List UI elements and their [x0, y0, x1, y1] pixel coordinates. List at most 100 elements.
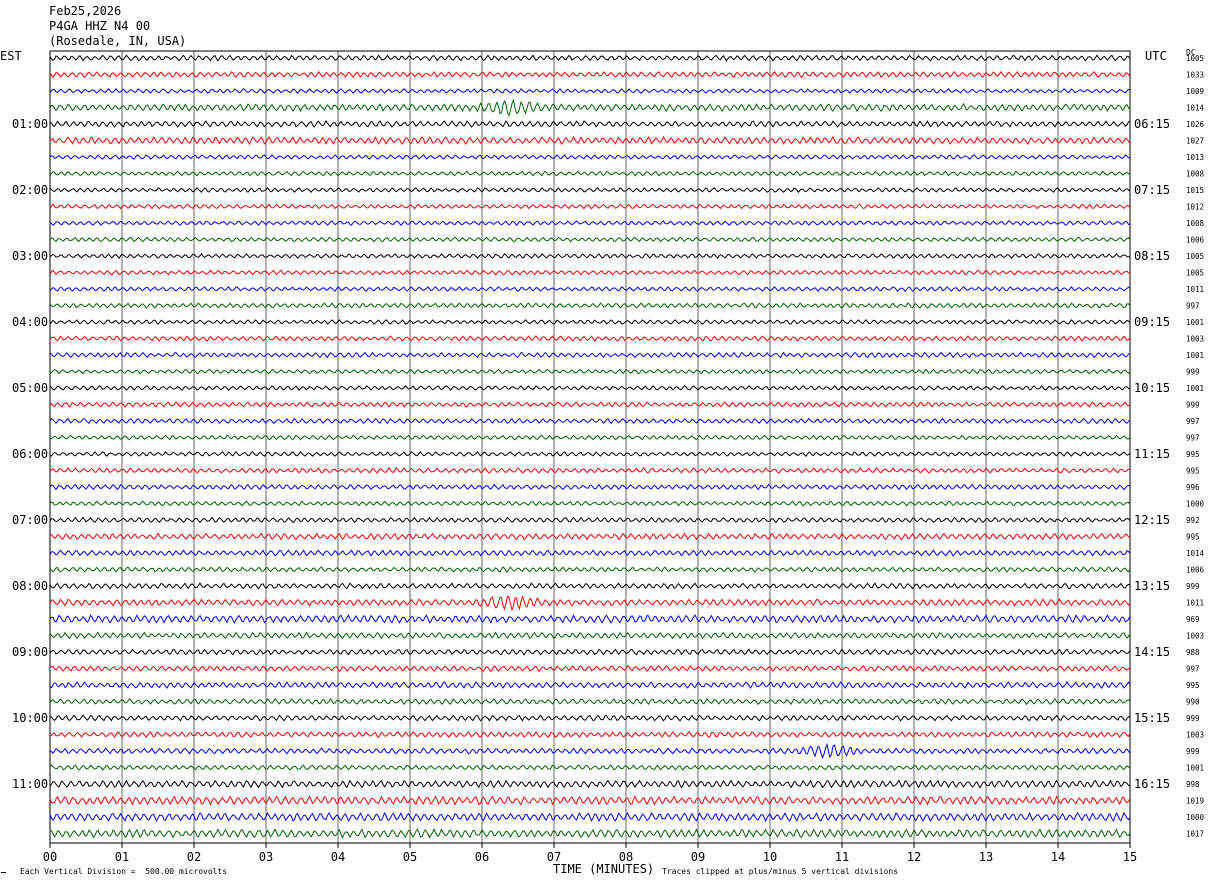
dc-offset-label: 999 [1186, 368, 1200, 377]
right-hour-label: 07:15 [1134, 183, 1170, 197]
x-tick-label-05: 05 [403, 850, 417, 864]
dc-offset-label: 1014 [1186, 549, 1205, 558]
dc-offset-label: 997 [1186, 302, 1200, 311]
date-label: Feb25,2026 [49, 4, 122, 18]
trace-row-34 [49, 613, 1131, 624]
dc-offset-label: 995 [1186, 467, 1200, 476]
x-axis-label: TIME (MINUTES) [553, 862, 655, 876]
dc-offset-label: 1033 [1186, 71, 1204, 80]
trace-row-29 [49, 532, 1131, 541]
trace-row-35 [49, 631, 1131, 640]
dc-offset-label: 995 [1186, 450, 1200, 459]
dc-offset-label: 1014 [1186, 104, 1205, 113]
dc-offset-label: 999 [1186, 401, 1200, 410]
trace-row-17 [49, 335, 1131, 342]
dc-offset-label: 998 [1186, 780, 1200, 789]
trace-row-44 [49, 779, 1131, 789]
x-tick-label-10: 10 [763, 850, 777, 864]
dc-offset-label: 1001 [1186, 384, 1204, 393]
right-hour-label: 13:15 [1134, 579, 1170, 593]
dc-offset-label: 996 [1186, 483, 1200, 492]
dc-offset-label: 995 [1186, 681, 1200, 690]
x-tick-label-03: 03 [259, 850, 273, 864]
trace-row-20 [49, 385, 1131, 391]
trace-row-23 [49, 434, 1131, 441]
trace-row-43 [49, 764, 1131, 771]
trace-row-14 [49, 286, 1131, 293]
trace-row-39 [49, 697, 1131, 706]
dc-offset-label: 1003 [1186, 632, 1204, 641]
trace-row-36 [49, 648, 1131, 656]
left-hour-label: 10:00 [12, 711, 48, 725]
dc-offset-label: 1008 [1186, 219, 1205, 228]
x-tick-label-02: 02 [187, 850, 201, 864]
right-hour-label: 12:15 [1134, 513, 1170, 527]
x-tick-label-01: 01 [115, 850, 129, 864]
dc-offset-label: 990 [1186, 698, 1200, 707]
trace-row-4 [49, 120, 1131, 128]
dc-offset-label: 1005 [1186, 252, 1204, 261]
left-hour-label: 05:00 [12, 381, 48, 395]
x-tick-label-00: 00 [43, 850, 57, 864]
x-tick-label-04: 04 [331, 850, 345, 864]
dc-offset-label: 1011 [1186, 285, 1204, 294]
minute-gridlines [121, 51, 1059, 843]
right-hour-label: 08:15 [1134, 249, 1170, 263]
x-tick-label-11: 11 [835, 850, 849, 864]
trace-row-46 [49, 811, 1131, 823]
left-hour-label: 08:00 [12, 579, 48, 593]
dc-offset-label: 997 [1186, 665, 1200, 674]
location-label: (Rosedale, IN, USA) [49, 34, 187, 48]
trace-row-47 [49, 828, 1131, 839]
x-tick-label-13: 13 [979, 850, 993, 864]
dc-header: DC [1186, 48, 1196, 57]
x-tick-label-15: 15 [1123, 850, 1137, 864]
right-hour-label: 06:15 [1134, 117, 1170, 131]
x-axis-ticks: 00 01 02 03 04 05 06 07 08 09 10 11 12 13 14 15 [43, 843, 1137, 864]
left-timezone: EST [0, 49, 22, 63]
trace-row-6 [49, 154, 1131, 160]
left-hour-label: 07:00 [12, 513, 48, 527]
left-hour-label: 03:00 [12, 249, 48, 263]
dc-offset-label: 1005 [1186, 269, 1204, 278]
dc-offset-label: 997 [1186, 417, 1200, 426]
x-tick-label-14: 14 [1051, 850, 1065, 864]
trace-row-9 [49, 203, 1131, 210]
left-hour-labels: 01:00 02:00 03:00 04:00 05:00 06:00 07:00 08:00… [12, 117, 48, 791]
dc-offset-label: 999 [1186, 714, 1200, 723]
dc-offset-label: 1003 [1186, 731, 1204, 740]
right-hour-label: 16:15 [1134, 777, 1170, 791]
trace-row-16 [49, 319, 1131, 325]
x-tick-label-09: 09 [691, 850, 705, 864]
dc-offset-label: 988 [1186, 648, 1200, 657]
left-hour-label: 02:00 [12, 183, 48, 197]
trace-row-7 [49, 170, 1131, 177]
trace-row-18 [49, 351, 1131, 359]
dc-offset-label: 1011 [1186, 599, 1204, 608]
clip-note: Traces clipped at plus/minus 5 vertical … [662, 867, 899, 876]
dc-offset-label: 1000 [1186, 500, 1205, 509]
trace-row-3 [49, 98, 1131, 117]
trace-row-8 [49, 187, 1131, 194]
trace-row-19 [49, 368, 1131, 375]
right-timezone: UTC [1145, 49, 1167, 63]
trace-row-2 [49, 87, 1131, 94]
corner-logo-icon [1, 869, 6, 873]
trace-row-1 [49, 70, 1131, 79]
right-hour-label: 14:15 [1134, 645, 1170, 659]
dc-offset-label: 1001 [1186, 764, 1204, 773]
trace-row-27 [49, 500, 1131, 507]
dc-offset-label: 1013 [1186, 153, 1204, 162]
trace-row-45 [49, 795, 1131, 807]
dc-offset-label: 1009 [1186, 87, 1204, 96]
dc-offset-label: 1026 [1186, 120, 1205, 129]
right-hour-label: 10:15 [1134, 381, 1170, 395]
trace-row-21 [49, 401, 1131, 408]
dc-offset-label: 1012 [1186, 203, 1204, 212]
trace-row-22 [49, 417, 1131, 425]
dc-offset-label: 1017 [1186, 830, 1204, 839]
plot-frame [49, 50, 1131, 844]
trace-row-24 [49, 450, 1131, 457]
scale-note: Each Vertical Division = 500.00 microvol… [20, 867, 228, 876]
helicorder-plot: 00 01 02 03 04 05 06 07 08 09 10 11 12 13 14 15 01:0002… [12, 50, 1205, 864]
